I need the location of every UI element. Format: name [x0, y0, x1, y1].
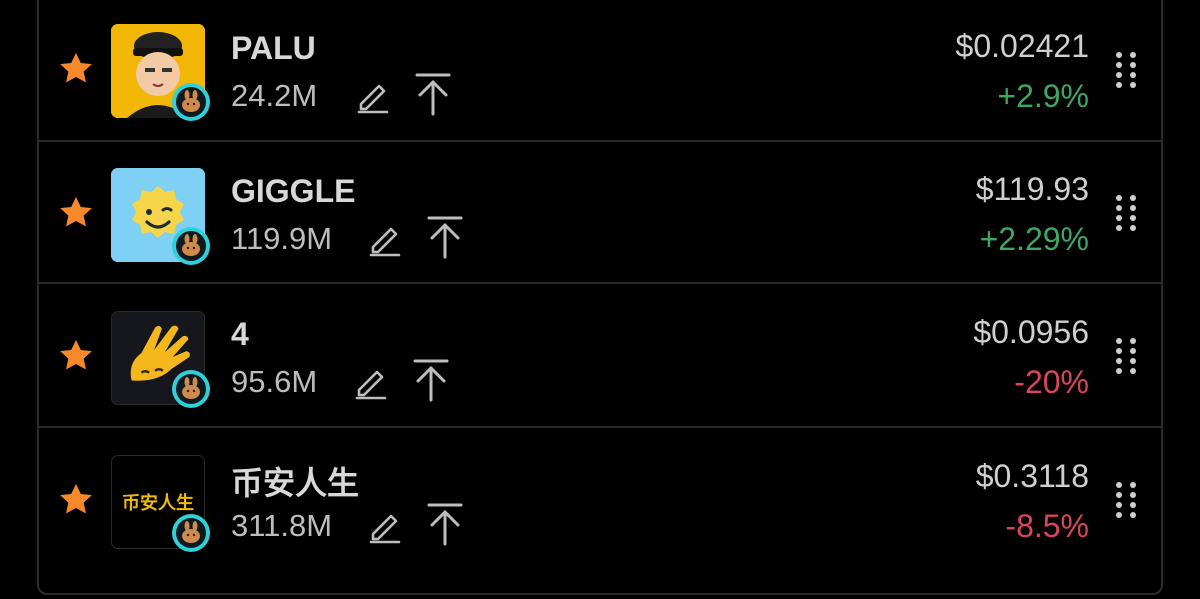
pin-to-top-icon[interactable]: [412, 358, 450, 402]
pancakeswap-badge-icon: [172, 514, 210, 552]
token-price: $119.93: [975, 171, 1089, 207]
token-price: $0.0956: [973, 314, 1089, 350]
token-change: -8.5%: [1005, 508, 1089, 544]
token-row-giggle[interactable]: GIGGLE 119.9M $119.93 +2.29%: [39, 142, 1161, 284]
token-change: +2.29%: [979, 221, 1089, 257]
pancakeswap-badge-icon: [172, 227, 210, 265]
token-name: 币安人生: [231, 464, 360, 502]
token-name: PALU: [231, 30, 316, 66]
star-icon[interactable]: [56, 193, 96, 233]
token-price: $0.3118: [975, 458, 1089, 494]
edit-icon[interactable]: [353, 364, 389, 400]
pancakeswap-badge-icon: [172, 83, 210, 121]
drag-handle-icon[interactable]: [1113, 193, 1139, 233]
pin-to-top-icon[interactable]: [426, 502, 464, 546]
token-price: $0.02421: [955, 28, 1089, 64]
token-row-binance-life[interactable]: 币安人生 币安人生 311.8M $0.3118 -8.5%: [39, 430, 1161, 572]
drag-handle-icon[interactable]: [1113, 336, 1139, 376]
star-icon[interactable]: [56, 480, 96, 520]
token-market-cap: 24.2M: [231, 78, 318, 113]
drag-handle-icon[interactable]: [1113, 50, 1139, 90]
pin-to-top-icon[interactable]: [414, 72, 452, 116]
logo-text: 币安人生: [122, 493, 194, 514]
token-change: -20%: [1014, 364, 1089, 400]
star-icon[interactable]: [56, 336, 96, 376]
pancakeswap-badge-icon: [172, 370, 210, 408]
token-name: 4: [231, 316, 249, 352]
token-change: +2.9%: [997, 78, 1089, 114]
token-market-cap: 95.6M: [231, 364, 318, 399]
token-row-4[interactable]: 4 95.6M $0.0956 -20%: [39, 286, 1161, 428]
token-row-palu[interactable]: PALU 24.2M $0.02421 +2.9%: [39, 0, 1161, 142]
edit-icon[interactable]: [367, 221, 403, 257]
edit-icon[interactable]: [367, 508, 403, 544]
token-market-cap: 119.9M: [231, 221, 333, 256]
drag-handle-icon[interactable]: [1113, 480, 1139, 520]
token-name: GIGGLE: [231, 173, 356, 209]
edit-icon[interactable]: [355, 78, 391, 114]
token-market-cap: 311.8M: [231, 508, 333, 543]
pin-to-top-icon[interactable]: [426, 215, 464, 259]
star-icon[interactable]: [56, 49, 96, 89]
